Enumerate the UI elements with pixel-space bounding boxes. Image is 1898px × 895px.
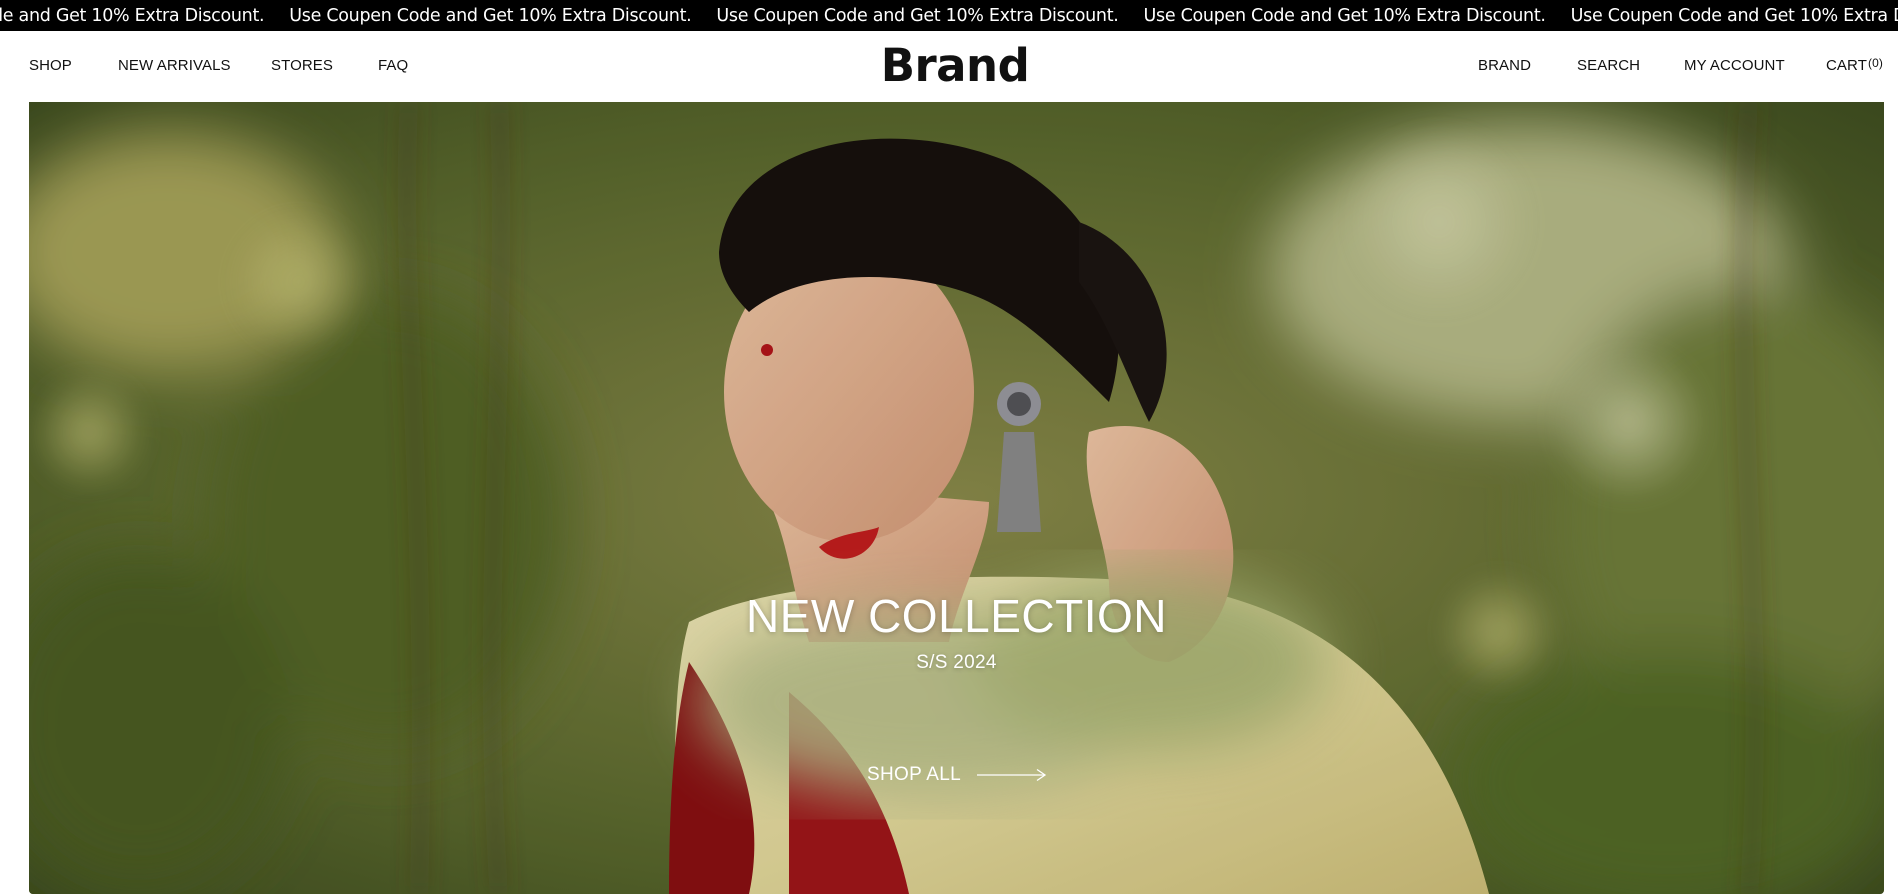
arrow-right-icon <box>976 768 1047 782</box>
nav-my-account[interactable]: MY ACCOUNT <box>1684 57 1785 74</box>
cart-label: CART <box>1826 57 1867 74</box>
site-header: SHOP NEW ARRIVALS STORES FAQ Brand BRAND… <box>0 31 1898 102</box>
hero-title: NEW COLLECTION <box>745 590 1168 642</box>
hero-content: NEW COLLECTION S/S 2024 SHOP ALL <box>29 102 1884 894</box>
announcement-text: Use Coupen Code and Get 10% Extra Discou… <box>1570 5 1898 26</box>
shop-all-button[interactable]: SHOP ALL <box>867 760 1047 790</box>
announcement-text: de and Get 10% Extra Discount. <box>0 5 265 26</box>
cart-count-badge: (0) <box>1867 56 1883 70</box>
hero-subtitle: S/S 2024 <box>916 652 997 673</box>
announcement-text: Use Coupen Code and Get 10% Extra Discou… <box>289 5 692 26</box>
nav-cart[interactable]: CART(0) <box>1826 56 1883 74</box>
announcement-marquee: de and Get 10% Extra Discount. Use Coupe… <box>0 0 1898 31</box>
announcement-text: Use Coupen Code and Get 10% Extra Discou… <box>716 5 1119 26</box>
announcement-text: Use Coupen Code and Get 10% Extra Discou… <box>1143 5 1546 26</box>
nav-brand[interactable]: BRAND <box>1478 57 1531 74</box>
nav-search[interactable]: SEARCH <box>1577 57 1640 74</box>
announcement-bar: de and Get 10% Extra Discount. Use Coupe… <box>0 0 1898 31</box>
shop-all-label: SHOP ALL <box>867 764 961 785</box>
hero-banner: NEW COLLECTION S/S 2024 SHOP ALL <box>29 102 1884 894</box>
